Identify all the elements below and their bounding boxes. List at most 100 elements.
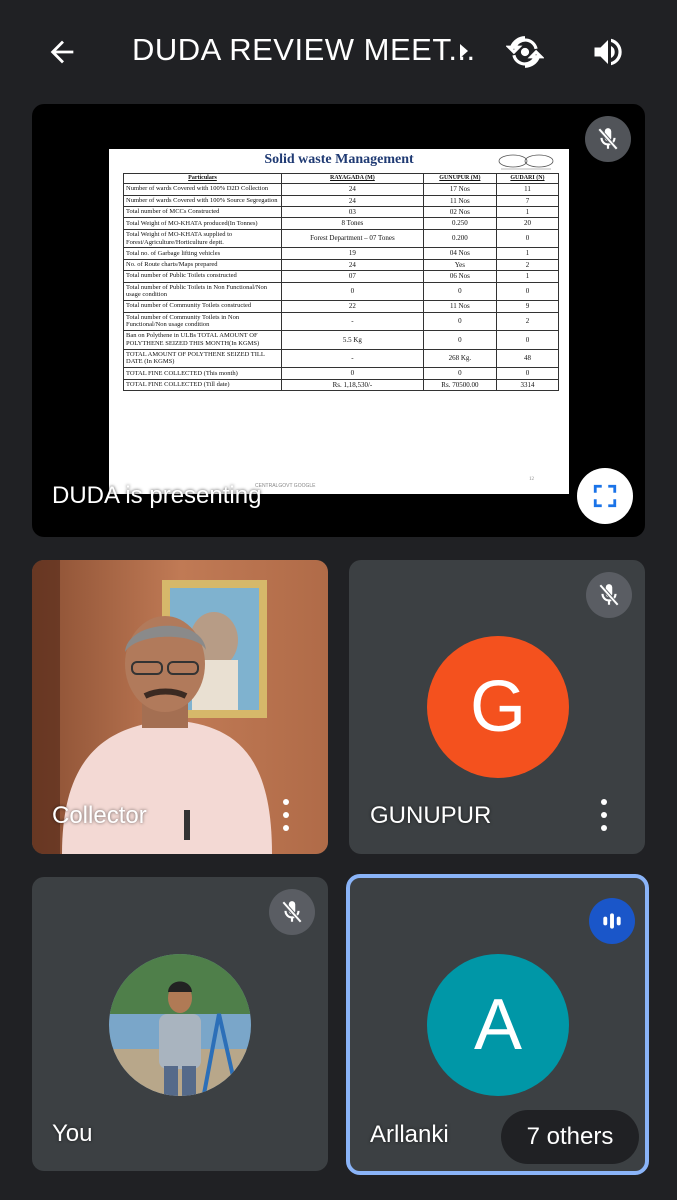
table-row: Total number of Public Toilets construct…: [123, 270, 560, 283]
row-value: 8 Tones: [281, 217, 424, 230]
row-label: Total number of Community Toilets constr…: [123, 300, 282, 313]
row-value: 11 Nos: [422, 300, 497, 313]
mic-off-icon: [281, 900, 303, 924]
back-arrow-icon: [50, 40, 74, 64]
participant-name: Arllanki: [370, 1121, 449, 1148]
column-header: Particulars: [123, 172, 282, 185]
table-row: Total Weight of MO-KHATA supplied to For…: [123, 228, 560, 249]
row-value: 3314: [495, 378, 560, 392]
row-label: Total number of Community Toilets in Non…: [123, 311, 282, 332]
slide-page-number: 12: [529, 477, 534, 482]
table-row: Total number of MCCs Constructed 03 02 Nos…: [123, 205, 560, 219]
column-header: GUDARI (N): [495, 172, 560, 185]
row-label: Total number of Public Toilets in Non Fu…: [123, 281, 282, 302]
presenting-label: DUDA is presenting: [52, 482, 262, 509]
row-label: Number of wards Covered with 100% D2D Co…: [123, 183, 282, 196]
row-value: 2: [495, 258, 560, 272]
row-value: 0: [495, 330, 560, 350]
switch-camera-icon: [506, 36, 544, 68]
fullscreen-icon: [593, 484, 617, 508]
row-label: Total Weight of MO-KHATA produced(In Ton…: [123, 217, 282, 230]
more-vert-icon: [283, 799, 289, 805]
row-value: Rs. 70500.00: [422, 378, 497, 392]
participant-name: GUNUPUR: [370, 802, 492, 829]
participant-name: You: [52, 1120, 93, 1147]
row-value: 06 Nos: [422, 270, 497, 283]
participant-tile-you[interactable]: You: [32, 877, 328, 1171]
table-row: Total number of Public Toilets in Non Fu…: [123, 281, 560, 302]
row-value: 0: [422, 281, 497, 302]
slide-table: Particulars RAYAGADA (M) GUNUPUR (M) GUD…: [123, 172, 560, 392]
fullscreen-button[interactable]: [577, 468, 633, 524]
presentation-tile[interactable]: Solid waste Management Particulars RAYAG…: [32, 104, 645, 537]
row-value: 24: [281, 183, 424, 196]
row-value: 11: [495, 183, 560, 196]
row-label: Total no. of Garbage lifting vehicles: [123, 247, 282, 260]
row-value: 04 Nos: [422, 247, 497, 260]
meeting-title[interactable]: DUDA REVIEW MEET...: [132, 32, 476, 68]
table-row: Number of wards Covered with 100% Source…: [123, 194, 560, 207]
shared-slide: Solid waste Management Particulars RAYAG…: [109, 149, 569, 494]
row-value: 0: [422, 311, 497, 332]
call-header: DUDA REVIEW MEET...: [0, 0, 677, 100]
row-value: 268 Kg.: [422, 348, 497, 369]
row-value: Yes: [422, 258, 497, 272]
switch-camera-button[interactable]: [503, 30, 547, 74]
chevron-right-icon[interactable]: [456, 40, 472, 62]
row-value: 03: [281, 205, 424, 219]
row-label: Total Weight of MO-KHATA supplied to For…: [123, 228, 282, 249]
table-row: Ban on Polythene in ULBs TOTAL AMOUNT OF…: [123, 330, 560, 350]
speaking-badge: [589, 898, 635, 944]
muted-badge: [269, 889, 315, 935]
participant-tile-arllanki[interactable]: A Arllanki 7 others: [346, 874, 649, 1175]
row-value: 48: [495, 348, 560, 369]
row-value: -: [281, 311, 424, 332]
row-value: 20: [495, 217, 560, 230]
row-label: Total number of MCCs Constructed: [123, 205, 282, 219]
row-label: Ban on Polythene in ULBs TOTAL AMOUNT OF…: [123, 330, 282, 350]
row-value: 07: [281, 270, 424, 283]
avatar: G: [427, 636, 569, 778]
table-row: Total no. of Garbage lifting vehicles 19 0…: [123, 247, 560, 260]
row-value: 11 Nos: [422, 194, 497, 207]
table-row: No. of Route charts/Maps prepared 24 Yes 2: [123, 258, 560, 272]
row-value: 02 Nos: [422, 205, 497, 219]
row-value: 0: [495, 281, 560, 302]
speaker-button[interactable]: [586, 30, 630, 74]
logo-icon: [498, 154, 554, 170]
audio-level-icon: [603, 913, 621, 929]
table-header-row: Particulars RAYAGADA (M) GUNUPUR (M) GUD…: [123, 172, 560, 185]
row-value: 1: [495, 247, 560, 260]
column-header: RAYAGADA (M): [281, 172, 424, 185]
row-label: TOTAL AMOUNT OF POLYTHENE SEIZED TILL DA…: [123, 348, 282, 369]
speaker-icon: [594, 38, 622, 66]
row-value: 5.5 Kg: [281, 330, 424, 350]
mic-off-icon: [597, 127, 619, 151]
avatar: [109, 954, 251, 1096]
row-value: 7: [495, 194, 560, 207]
more-vert-icon: [601, 799, 607, 805]
more-options-button[interactable]: [594, 795, 614, 835]
more-options-button[interactable]: [276, 795, 296, 835]
row-value: 24: [281, 194, 424, 207]
row-label: TOTAL FINE COLLECTED (This month): [123, 367, 282, 380]
row-value: 0: [281, 281, 424, 302]
row-value: 2: [495, 311, 560, 332]
row-value: Forest Department – 07 Tones: [281, 228, 424, 249]
muted-badge: [585, 116, 631, 162]
table-row: TOTAL AMOUNT OF POLYTHENE SEIZED TILL DA…: [123, 348, 560, 369]
row-value: 1: [495, 205, 560, 219]
row-label: Number of wards Covered with 100% Source…: [123, 194, 282, 207]
participant-tile-collector[interactable]: Collector: [32, 560, 328, 854]
participant-tile-gunupur[interactable]: G GUNUPUR: [349, 560, 645, 854]
back-button[interactable]: [40, 30, 84, 74]
avatar: A: [427, 954, 569, 1096]
others-chip[interactable]: 7 others: [501, 1110, 639, 1164]
muted-badge: [586, 572, 632, 618]
row-value: 0.250: [422, 217, 497, 230]
participant-name: Collector: [52, 802, 147, 829]
mic-off-icon: [598, 583, 620, 607]
row-label: Total number of Public Toilets construct…: [123, 270, 282, 283]
table-row: TOTAL FINE COLLECTED (Till date) Rs. 1,18…: [123, 378, 560, 392]
row-value: 24: [281, 258, 424, 272]
